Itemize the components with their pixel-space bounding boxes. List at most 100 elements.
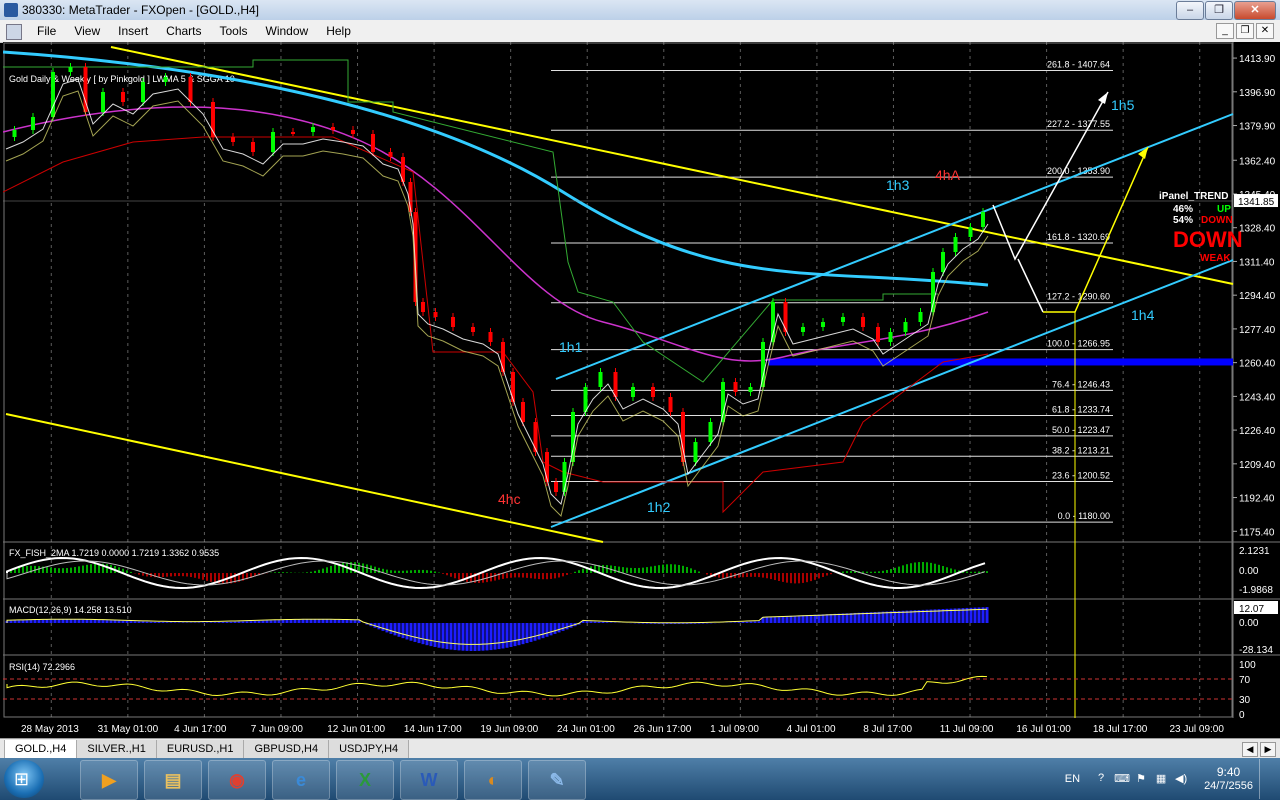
candle-body <box>121 92 125 102</box>
menu-charts[interactable]: Charts <box>157 20 210 42</box>
wave-label-h3: 1h3 <box>886 177 910 193</box>
macd-signal-line <box>6 608 988 645</box>
red-step-line <box>3 136 989 514</box>
candle-body <box>31 117 35 130</box>
chart-tab-eurusd-h1[interactable]: EURUSD.,H1 <box>155 740 245 759</box>
chart-window-icon[interactable] <box>6 24 22 40</box>
price-tick-label: 1413.90 <box>1239 54 1276 65</box>
keyboard-icon[interactable]: ⌨ <box>1114 772 1130 786</box>
rsi-label: RSI(14) 72.2966 <box>9 662 75 672</box>
windows-logo-icon: ⊞ <box>14 769 30 789</box>
fib-level-label: 61.8 - 1233.74 <box>1052 405 1110 415</box>
menu-file[interactable]: File <box>28 20 65 42</box>
menu-bar: File View Insert Charts Tools Window Help _ ❐ … <box>0 20 1280 43</box>
time-tick-label: 1 Jul 09:00 <box>710 724 759 735</box>
candle-body <box>451 317 455 327</box>
candle-body <box>631 387 635 397</box>
candle-body <box>841 317 845 322</box>
chart-tab-silver-h1[interactable]: SILVER.,H1 <box>76 740 157 759</box>
internet-explorer-icon[interactable]: e <box>272 760 330 800</box>
current-price-label: 1341.85 <box>1238 197 1275 208</box>
candle-body <box>12 130 17 137</box>
candle-body <box>533 422 538 452</box>
fisher-axis-label: 2.1231 <box>1239 546 1270 557</box>
word-icon[interactable]: W <box>400 760 458 800</box>
mdi-minimize-button[interactable]: _ <box>1216 23 1234 39</box>
support-zone <box>768 358 1233 366</box>
tab-scroll-right-icon[interactable]: ▶ <box>1260 742 1276 757</box>
media-player-icon[interactable]: ▶ <box>80 760 138 800</box>
menu-help[interactable]: Help <box>317 20 360 42</box>
time-tick-label: 19 Jun 09:00 <box>480 724 538 735</box>
candle-body <box>981 212 985 227</box>
clock-time: 9:40 <box>1216 765 1241 779</box>
wave-label-h4: 1h4 <box>1131 307 1155 323</box>
metatrader-icon[interactable]: ◐ <box>464 760 522 800</box>
start-button[interactable]: ⊞ <box>4 760 44 798</box>
candle-body <box>351 130 355 134</box>
chart-tab-bar: GOLD.,H4 SILVER.,H1 EURUSD.,H1 GBPUSD,H4 USD… <box>0 738 1280 759</box>
volume-icon[interactable]: ◀) <box>1174 772 1188 786</box>
white-projection-down <box>1017 258 1044 313</box>
show-desktop-button[interactable] <box>1259 759 1272 799</box>
excel-icon[interactable]: X <box>336 760 394 800</box>
candle-body <box>651 387 655 397</box>
price-tick-label: 1226.40 <box>1239 426 1276 437</box>
chart-tab-usdjpy-h4[interactable]: USDJPY,H4 <box>328 740 410 759</box>
price-tick-label: 1294.40 <box>1239 291 1276 302</box>
fib-level-label: 100.0 - 1266.95 <box>1047 339 1110 349</box>
fib-level-label: 0.0 - 1180.00 <box>1058 511 1110 521</box>
candle-body <box>903 322 908 332</box>
maximize-button[interactable]: ❐ <box>1205 1 1233 20</box>
candle-body <box>371 134 375 152</box>
time-tick-label: 28 May 2013 <box>21 724 79 735</box>
fib-level-label: 50.0 - 1223.47 <box>1052 425 1110 435</box>
menu-view[interactable]: View <box>65 20 109 42</box>
window-controls: – ❐ ✕ <box>1175 1 1276 20</box>
time-tick-label: 11 Jul 09:00 <box>940 724 994 735</box>
macd-label: MACD(12,26,9) 14.258 13.510 <box>9 605 132 615</box>
panel-down-label: DOWN <box>1201 215 1233 226</box>
chart-area[interactable]: 28 May 2013 31 May 01:00 4 Jun 17:00 7 Jun … <box>3 42 1280 738</box>
title-bar[interactable]: 380330: MetaTrader - FXOpen - [GOLD.,H4]… <box>0 0 1280 21</box>
wave-label-h1: 1h1 <box>559 339 583 355</box>
metatrader-app-icon[interactable] <box>4 3 18 17</box>
wave-label-h2: 1h2 <box>647 499 671 515</box>
candle-body <box>388 152 393 157</box>
mdi-controls: _ ❐ ✕ <box>1214 23 1274 39</box>
menu-tools[interactable]: Tools <box>211 20 257 42</box>
chrome-icon[interactable]: ◉ <box>208 760 266 800</box>
paint-icon[interactable]: ✎ <box>528 760 586 800</box>
panel-title: iPanel_TREND <box>1159 191 1228 202</box>
candle-body <box>708 422 713 442</box>
panel-strength: WEAK <box>1200 253 1231 264</box>
menu-insert[interactable]: Insert <box>109 20 157 42</box>
flag-icon[interactable]: ⚑ <box>1134 772 1148 786</box>
chart-tab-gbpusd-h4[interactable]: GBPUSD,H4 <box>243 740 330 759</box>
close-button[interactable]: ✕ <box>1234 1 1276 20</box>
candle-body <box>271 132 275 152</box>
menu-window[interactable]: Window <box>257 20 318 42</box>
candle-body <box>163 77 168 82</box>
price-tick-label: 1396.90 <box>1239 88 1276 99</box>
cyan-channel-upper <box>555 113 1234 380</box>
mdi-close-button[interactable]: ✕ <box>1256 23 1274 39</box>
mdi-restore-button[interactable]: ❐ <box>1236 23 1254 39</box>
minimize-button[interactable]: – <box>1176 1 1204 20</box>
clock[interactable]: 9:40 24/7/2556 <box>1204 765 1253 793</box>
candle-body <box>291 132 295 134</box>
price-chart[interactable]: 28 May 2013 31 May 01:00 4 Jun 17:00 7 Jun … <box>3 42 1280 738</box>
language-indicator[interactable]: EN <box>1065 773 1080 785</box>
candle-body <box>188 77 193 102</box>
candle-body <box>783 302 788 332</box>
help-icon[interactable]: ? <box>1094 772 1108 786</box>
chart-tab-gold-h4[interactable]: GOLD.,H4 <box>4 740 78 759</box>
fib-level-label: 76.4 - 1246.43 <box>1052 379 1110 389</box>
explorer-icon[interactable]: ▤ <box>144 760 202 800</box>
price-tick-label: 1362.40 <box>1239 156 1276 167</box>
macd-axis-zero: 0.00 <box>1239 618 1259 629</box>
time-tick-label: 14 Jun 17:00 <box>404 724 462 735</box>
tab-scroll-left-icon[interactable]: ◀ <box>1242 742 1258 757</box>
chart-tabs: GOLD.,H4 SILVER.,H1 EURUSD.,H1 GBPUSD,H4 USD… <box>4 740 410 759</box>
network-icon[interactable]: ▦ <box>1154 772 1168 786</box>
